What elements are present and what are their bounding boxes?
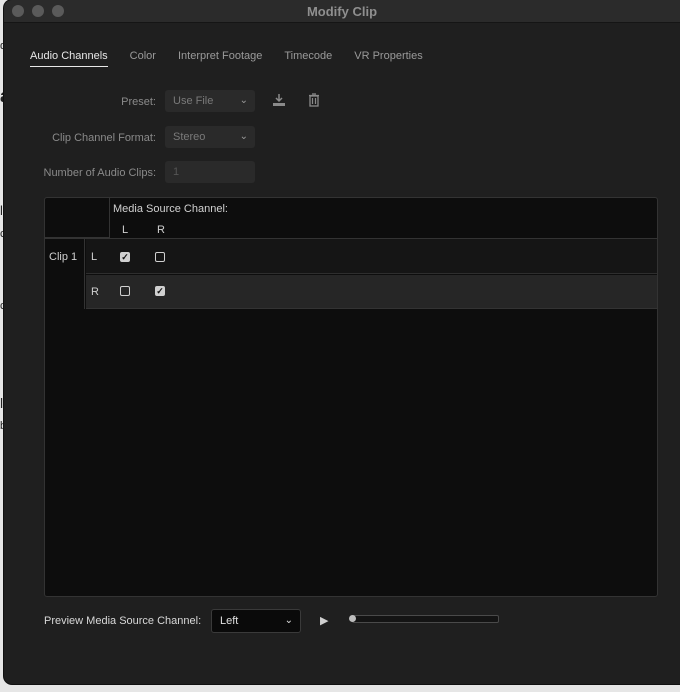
route-checkbox[interactable]: ✓ (120, 252, 130, 262)
number-of-audio-clips-label: Number of Audio Clips: (43, 167, 157, 179)
column-header-l: L (122, 224, 129, 236)
trash-icon[interactable] (306, 92, 322, 111)
table-row: R ✓ (86, 275, 657, 309)
column-header-r: R (157, 224, 165, 236)
window-title: Modify Clip (306, 4, 378, 19)
chevron-down-icon: ⌄ (284, 615, 293, 626)
preview-media-source-channel-label: Preview Media Source Channel: (44, 615, 202, 627)
background-text-fragment: l (0, 203, 3, 218)
preset-dropdown[interactable]: Use File ⌄ (165, 90, 255, 112)
play-icon[interactable]: ▶ (320, 614, 328, 627)
tab-bar: Audio Channels Color Interpret Footage T… (30, 50, 445, 67)
tab-audio-channels[interactable]: Audio Channels (30, 50, 108, 67)
channel-routing-grid: Media Source Channel: L R Clip 1 L ✓ R ✓ (44, 197, 658, 597)
preset-label: Preset: (121, 96, 156, 108)
download-icon[interactable] (271, 92, 287, 111)
clip-channel-format-dropdown[interactable]: Stereo ⌄ (165, 126, 255, 148)
chevron-down-icon: ⌄ (239, 95, 248, 106)
preview-channel-dropdown[interactable]: Left ⌄ (211, 609, 301, 633)
grid-corner (45, 198, 110, 238)
row-channel-label: R (91, 286, 99, 298)
tab-color[interactable]: Color (130, 50, 156, 67)
table-row: L ✓ (86, 239, 657, 274)
tab-vr-properties[interactable]: VR Properties (354, 50, 422, 67)
tab-interpret-footage[interactable]: Interpret Footage (178, 50, 262, 67)
modify-clip-dialog: Modify Clip Audio Channels Color Interpr… (4, 0, 680, 684)
background-text-fragment: l (0, 395, 4, 411)
preview-channel-value: Left (220, 615, 239, 627)
title-bar: Modify Clip (4, 0, 680, 23)
chevron-down-icon: ⌄ (239, 131, 248, 142)
clip-label: Clip 1 (49, 251, 78, 263)
number-of-audio-clips-input[interactable]: 1 (165, 161, 255, 183)
clip-channel-format-value: Stereo (173, 131, 206, 143)
route-checkbox[interactable]: ✓ (155, 286, 165, 296)
preset-value: Use File (173, 95, 214, 107)
route-checkbox[interactable] (120, 286, 130, 296)
media-source-channel-header: Media Source Channel: (113, 203, 228, 215)
preview-scrubber-track[interactable] (352, 615, 499, 623)
tab-timecode[interactable]: Timecode (284, 50, 332, 67)
preview-scrubber-handle[interactable] (349, 615, 356, 622)
clip-label-cell: Clip 1 (45, 239, 85, 309)
clip-channel-format-label: Clip Channel Format: (52, 132, 156, 144)
route-checkbox[interactable] (155, 252, 165, 262)
row-channel-label: L (91, 251, 98, 263)
